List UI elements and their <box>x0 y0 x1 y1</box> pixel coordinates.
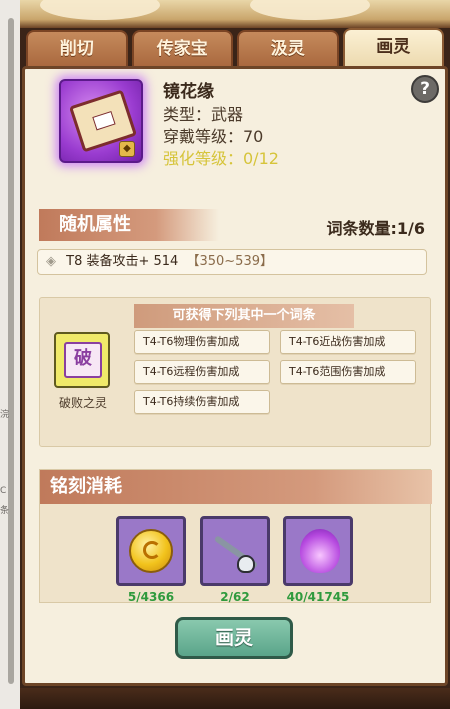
cost-qty-brush: 2/62 <box>220 590 250 604</box>
item-icon[interactable]: ◆ <box>59 79 143 163</box>
diamond-icon: ◈ <box>46 254 56 269</box>
option-ranged[interactable]: T4-T6远程伤害加成 <box>134 360 270 384</box>
purple-spirit-flame-icon <box>300 529 340 573</box>
attr-row: ◈ T8 装备攻击+ 514 【350~539】 <box>37 249 427 275</box>
option-physical[interactable]: T4-T6物理伤害加成 <box>134 330 270 354</box>
choice-header: 可获得下列其中一个词条 <box>134 304 354 328</box>
option-dot[interactable]: T4-T6持续伤害加成 <box>134 390 270 414</box>
tab-absorb-spirit[interactable]: 汲灵 <box>237 30 339 68</box>
cost-slot-brush[interactable] <box>200 516 270 586</box>
attr-range: 【350~539】 <box>186 254 273 269</box>
scroll-icon: 破 <box>64 342 102 378</box>
paint-spirit-button[interactable]: 画灵 <box>175 617 293 659</box>
spirit-name: 破败之灵 <box>58 396 107 410</box>
entry-count: 词条数量:1/6 <box>326 219 425 238</box>
cost-qty-gold: 5/4366 <box>127 590 175 604</box>
bottom-frame <box>20 688 450 709</box>
gold-coin-icon <box>129 529 173 573</box>
tab-cut[interactable]: 削切 <box>26 30 128 68</box>
choice-box: 可获得下列其中一个词条 破 破败之灵 T4-T6物理伤害加成 T4-T6近战伤害… <box>39 297 431 447</box>
cost-qty-spirit: 40/41745 <box>286 590 350 604</box>
item-name: 镜花缘 <box>163 82 214 102</box>
item-type: 类型：武器 <box>163 105 244 124</box>
random-attrs-title: 随机属性 <box>39 209 219 241</box>
top-decoration <box>20 0 450 28</box>
game-window: 削切 传家宝 汲灵 画灵 ◆ 镜花缘 类型：武器 穿戴等级：70 强化等级：0/… <box>20 0 450 709</box>
cost-box: 铭刻消耗 5/4366 2/62 40/41745 <box>39 469 432 604</box>
help-button[interactable]: ? <box>411 75 439 103</box>
cost-slot-spirit[interactable] <box>283 516 353 586</box>
option-area[interactable]: T4-T6范围伤害加成 <box>280 360 416 384</box>
item-enhance-level: 强化等级：0/12 <box>163 149 279 168</box>
tab-heirloom[interactable]: 传家宝 <box>131 30 233 68</box>
host-scrollbar[interactable] <box>8 18 14 684</box>
cost-title: 铭刻消耗 <box>40 470 432 504</box>
spirit-icon[interactable]: 破 <box>54 332 110 388</box>
cost-slot-gold[interactable] <box>116 516 186 586</box>
tab-paint-spirit[interactable]: 画灵 <box>342 28 444 68</box>
host-left-strip: 浣 C 条 <box>0 0 22 709</box>
option-melee[interactable]: T4-T6近战伤害加成 <box>280 330 416 354</box>
main-panel: ◆ 镜花缘 类型：武器 穿戴等级：70 强化等级：0/12 ? 随机属性 词条数… <box>22 66 448 686</box>
attr-text: T8 装备攻击+ 514 <box>66 254 179 269</box>
item-equip-level: 穿戴等级：70 <box>163 127 264 146</box>
tab-bar: 削切 传家宝 汲灵 画灵 <box>26 28 444 68</box>
host-fragment-1: 浣 <box>0 410 10 420</box>
host-fragment-2: C <box>0 486 7 496</box>
lock-icon: ◆ <box>119 141 135 157</box>
host-fragment-3: 条 <box>0 506 10 516</box>
